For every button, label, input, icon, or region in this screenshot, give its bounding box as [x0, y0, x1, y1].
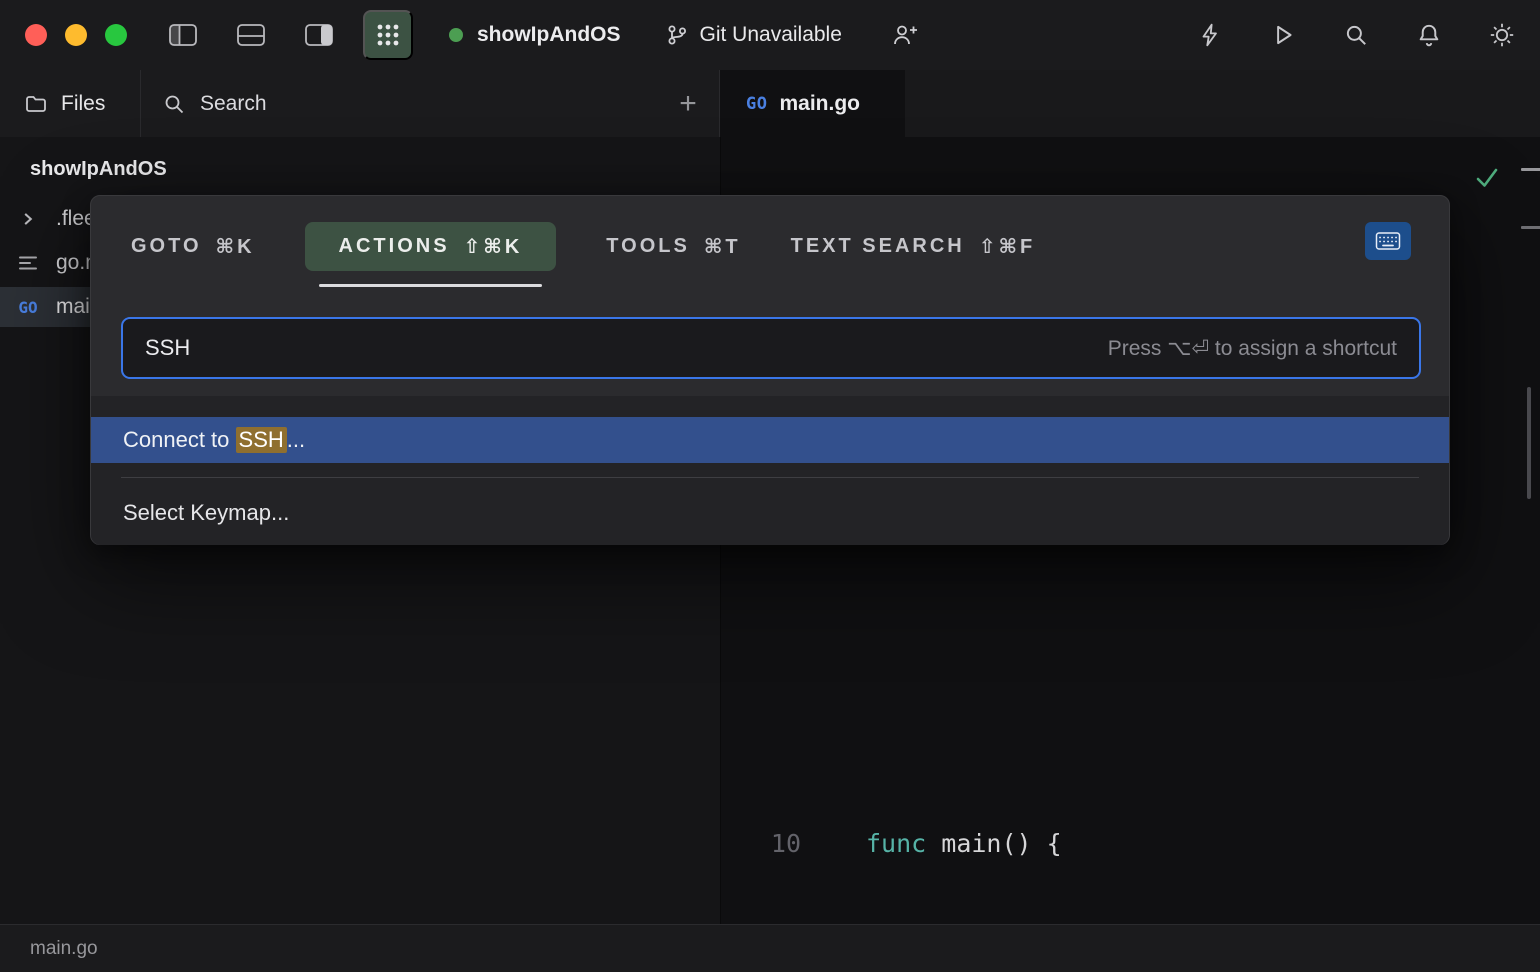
- minimize-button[interactable]: [65, 24, 87, 46]
- tab-shortcut: ⌘K: [216, 234, 255, 259]
- lightning-icon: [1197, 22, 1223, 48]
- add-tab-button[interactable]: +: [666, 79, 710, 129]
- status-bar: main.go: [0, 924, 1540, 972]
- tab-tools[interactable]: TOOLS ⌘T: [606, 234, 740, 259]
- file-lines-icon: [8, 254, 48, 272]
- editor-tab-main-go[interactable]: GO main.go: [720, 70, 905, 137]
- editor-tab-label: main.go: [779, 92, 860, 116]
- result-select-keymap[interactable]: Select Keymap...: [91, 491, 1449, 535]
- gutter-mark: [1521, 168, 1540, 171]
- git-widget[interactable]: Git Unavailable: [665, 23, 842, 47]
- run-button[interactable]: [1266, 18, 1300, 52]
- git-status-label: Git Unavailable: [700, 23, 842, 47]
- quick-actions-button[interactable]: [1193, 18, 1227, 52]
- play-icon: [1270, 22, 1296, 48]
- inspections-widget[interactable]: [1473, 165, 1501, 191]
- tab-shortcut: ⌘T: [704, 234, 741, 259]
- tab-goto[interactable]: GOTO ⌘K: [131, 234, 255, 259]
- go-file-icon: GO: [8, 298, 48, 317]
- search-icon: [162, 92, 186, 116]
- panel-toggles: [166, 18, 336, 52]
- titlebar-actions: [1193, 18, 1519, 52]
- bell-icon: [1416, 22, 1442, 48]
- files-tab-label: Files: [61, 92, 105, 116]
- editor-tab-strip: GO main.go: [720, 70, 1540, 137]
- files-tab[interactable]: Files: [0, 70, 140, 137]
- project-status-dot: [449, 28, 463, 42]
- notifications-button[interactable]: [1412, 18, 1446, 52]
- tab-shortcut: ⇧⌘K: [464, 234, 523, 259]
- grid-icon: [374, 21, 402, 49]
- search-icon: [1343, 22, 1369, 48]
- tab-text-search[interactable]: TEXT SEARCH ⇧⌘F: [791, 234, 1036, 259]
- search-tab-label: Search: [200, 92, 267, 116]
- right-panel-icon: [304, 22, 334, 48]
- results-divider: [121, 477, 1419, 478]
- folder-icon: [24, 92, 48, 116]
- tab-shortcut: ⇧⌘F: [979, 234, 1036, 259]
- search-query-text: SSH: [145, 335, 190, 361]
- gutter-mark: [1521, 226, 1540, 229]
- gear-icon: [1488, 21, 1516, 49]
- editor-scrollbar[interactable]: [1527, 387, 1531, 499]
- toggle-bottom-panel-button[interactable]: [234, 18, 268, 52]
- project-name: showIpAndOS: [477, 23, 621, 47]
- bottom-panel-icon: [236, 22, 266, 48]
- search-tab[interactable]: Search: [141, 70, 666, 137]
- code-line: 10func main() {: [721, 822, 1540, 866]
- line-number: 10: [721, 822, 801, 866]
- window-titlebar: showIpAndOS Git Unavailable: [0, 0, 1540, 70]
- shortcut-hint: Press ⌥⏎ to assign a shortcut: [1108, 336, 1397, 361]
- go-file-icon: GO: [746, 94, 767, 114]
- settings-button[interactable]: [1485, 18, 1519, 52]
- action-search-input[interactable]: SSH Press ⌥⏎ to assign a shortcut: [121, 317, 1421, 379]
- statusbar-file-label[interactable]: main.go: [30, 938, 98, 960]
- actions-popup: GOTO ⌘K ACTIONS ⇧⌘K TOOLS ⌘T TEXT SEARCH…: [90, 195, 1450, 545]
- search-everywhere-button[interactable]: [1339, 18, 1373, 52]
- tool-tabs-row: Files Search + GO main.go: [0, 70, 1540, 137]
- result-connect-to-ssh[interactable]: Connect to SSH...: [91, 417, 1449, 463]
- chevron-right-icon: [8, 210, 48, 228]
- window-controls: [25, 24, 127, 46]
- fleet-window: showIpAndOS Git Unavailable: [0, 0, 1540, 972]
- checkmark-icon: [1473, 165, 1501, 191]
- match-highlight: SSH: [236, 427, 287, 453]
- person-add-icon: [891, 22, 919, 48]
- left-panel-icon: [168, 22, 198, 48]
- project-selector[interactable]: showIpAndOS: [449, 23, 621, 47]
- keyboard-shortcuts-button[interactable]: [1365, 222, 1411, 260]
- workspace-grid-button[interactable]: [363, 10, 413, 60]
- invite-collaborator-button[interactable]: [888, 18, 922, 52]
- git-branch-icon: [665, 23, 689, 47]
- toggle-left-panel-button[interactable]: [166, 18, 200, 52]
- keyboard-icon: [1375, 231, 1401, 251]
- tab-actions[interactable]: ACTIONS ⇧⌘K: [305, 222, 557, 271]
- toggle-right-panel-button[interactable]: [302, 18, 336, 52]
- results-list: Connect to SSH... Select Keymap...: [91, 396, 1449, 545]
- close-button[interactable]: [25, 24, 47, 46]
- tree-root-showipandos[interactable]: showIpAndOS: [0, 151, 720, 187]
- zoom-button[interactable]: [105, 24, 127, 46]
- popup-tab-bar: GOTO ⌘K ACTIONS ⇧⌘K TOOLS ⌘T TEXT SEARCH…: [131, 196, 1035, 296]
